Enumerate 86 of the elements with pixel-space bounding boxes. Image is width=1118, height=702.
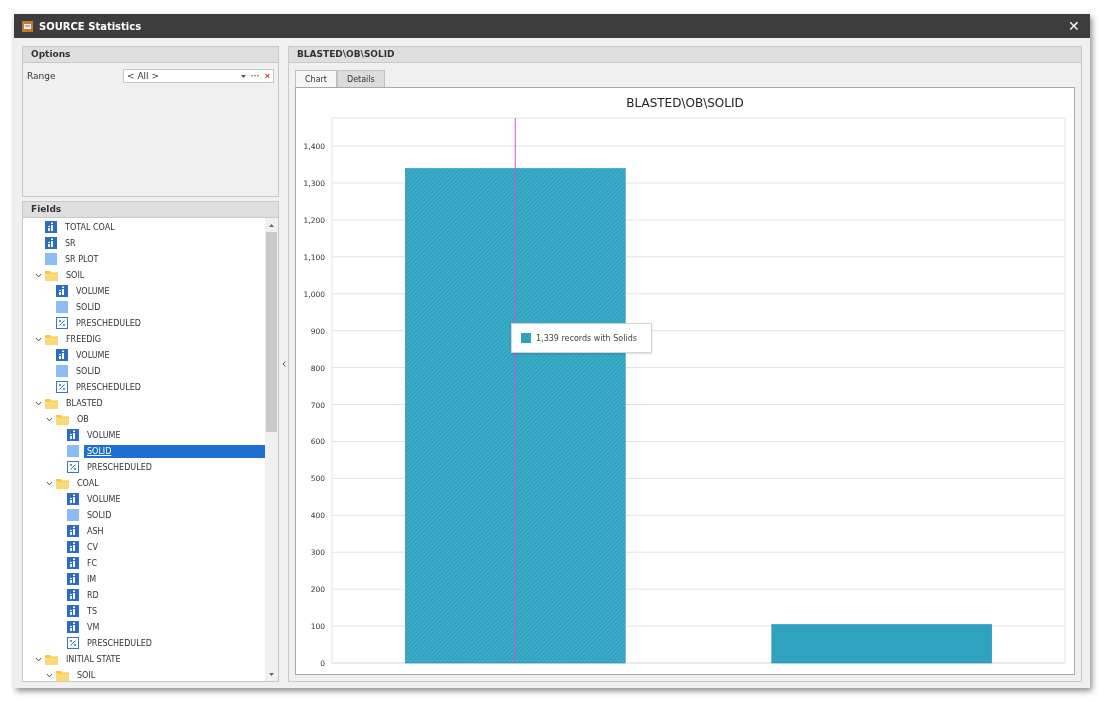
bar-chart-icon	[67, 493, 79, 505]
scroll-down-icon[interactable]	[269, 672, 275, 676]
tree-item[interactable]: COAL	[74, 476, 102, 490]
tree-item[interactable]: PRESCHEDULED	[84, 636, 155, 650]
tab[interactable]: Chart	[295, 70, 337, 87]
square-icon	[67, 509, 79, 521]
bar-chart-icon	[56, 285, 68, 297]
more-button[interactable]: ···	[250, 71, 260, 81]
chevron-down-icon[interactable]	[35, 336, 42, 342]
tree-item[interactable]: PRESCHEDULED	[73, 316, 144, 330]
bar-chart-icon	[45, 221, 57, 233]
chevron-down-icon[interactable]	[35, 272, 42, 278]
square-icon	[56, 301, 68, 313]
clear-button[interactable]: ×	[264, 71, 271, 81]
tree-item[interactable]: SOIL	[74, 668, 99, 681]
bar-chart-icon	[67, 557, 79, 569]
chevron-down-icon[interactable]	[46, 480, 53, 486]
tree-item[interactable]: PRESCHEDULED	[84, 460, 155, 474]
tree-item[interactable]: OB	[74, 412, 92, 426]
tree-item[interactable]: IM	[84, 572, 100, 586]
tree-item[interactable]: CV	[84, 540, 102, 554]
app-icon	[22, 20, 33, 32]
chevron-down-icon[interactable]	[46, 672, 53, 678]
tree-item[interactable]: RD	[84, 588, 102, 602]
scrollbar[interactable]	[265, 218, 279, 681]
bar-chart-icon	[67, 541, 79, 553]
folder-icon	[45, 653, 58, 665]
scroll-up-icon[interactable]	[269, 223, 275, 227]
folder-icon	[56, 669, 69, 681]
tree-item[interactable]: FREEDIG	[63, 332, 104, 346]
square-icon	[45, 253, 57, 265]
chart-title: BLASTED\OB\SOLID	[626, 96, 744, 110]
folder-icon	[45, 333, 58, 345]
tree-item[interactable]: SOLID	[84, 508, 115, 522]
panel-title: Options	[23, 47, 279, 63]
tree-item[interactable]: SR	[62, 236, 79, 250]
tree-item[interactable]: PRESCHEDULED	[73, 380, 144, 394]
folder-icon	[45, 397, 58, 409]
percent-icon	[67, 461, 79, 473]
tree-item[interactable]: SOLID	[73, 300, 104, 314]
tree-item[interactable]: SR PLOT	[62, 252, 102, 266]
tree-item[interactable]: SOLID	[84, 444, 266, 458]
window-title: SOURCE Statistics	[39, 20, 143, 32]
square-icon	[56, 365, 68, 377]
chevron-down-icon[interactable]	[35, 400, 42, 406]
panel-title: Fields	[23, 202, 279, 218]
square-icon	[67, 445, 79, 457]
chevron-down-icon[interactable]	[46, 416, 53, 422]
bar-chart-icon	[67, 589, 79, 601]
tree-item[interactable]: VOLUME	[73, 284, 113, 298]
bar-chart-icon	[67, 573, 79, 585]
tree-item[interactable]: TS	[84, 604, 100, 618]
tree-item[interactable]: VOLUME	[73, 348, 113, 362]
bar-chart-icon	[56, 349, 68, 361]
bar-chart-icon	[67, 429, 79, 441]
tree-item[interactable]: FC	[84, 556, 101, 570]
field-label: Range	[27, 71, 56, 81]
panel-title: BLASTED\OB\SOLID	[289, 47, 1081, 63]
percent-icon	[67, 637, 79, 649]
caret-icon[interactable]	[240, 74, 246, 78]
collapse-icon[interactable]	[281, 361, 286, 367]
tree-item[interactable]: TOTAL COAL	[62, 220, 118, 234]
tree-item[interactable]: BLASTED	[63, 396, 106, 410]
bar-chart-icon	[67, 605, 79, 617]
tree-item[interactable]: INITIAL STATE	[63, 652, 124, 666]
tree-item[interactable]: SOIL	[63, 268, 88, 282]
percent-icon	[56, 317, 68, 329]
folder-icon	[45, 269, 58, 281]
tree-item[interactable]: VOLUME	[84, 492, 124, 506]
scroll-thumb[interactable]	[266, 232, 278, 432]
tree-item[interactable]: VM	[84, 620, 103, 634]
tree-item[interactable]: VOLUME	[84, 428, 124, 442]
percent-icon	[56, 381, 68, 393]
tree-item[interactable]: ASH	[84, 524, 107, 538]
folder-icon	[56, 413, 69, 425]
folder-icon	[56, 477, 69, 489]
close-button[interactable]: ✕	[1066, 18, 1082, 34]
chevron-down-icon[interactable]	[35, 656, 42, 662]
bar-chart-icon	[67, 621, 79, 633]
range-dropdown[interactable]: < All > ··· ×	[123, 69, 275, 83]
tab[interactable]: Details	[337, 70, 385, 87]
bar-chart-icon	[67, 525, 79, 537]
bar-chart-icon	[45, 237, 57, 249]
dropdown-value: < All >	[127, 71, 160, 81]
tooltip-text: 1,339 records with Solids	[536, 333, 637, 343]
tree-item[interactable]: SOLID	[73, 364, 104, 378]
